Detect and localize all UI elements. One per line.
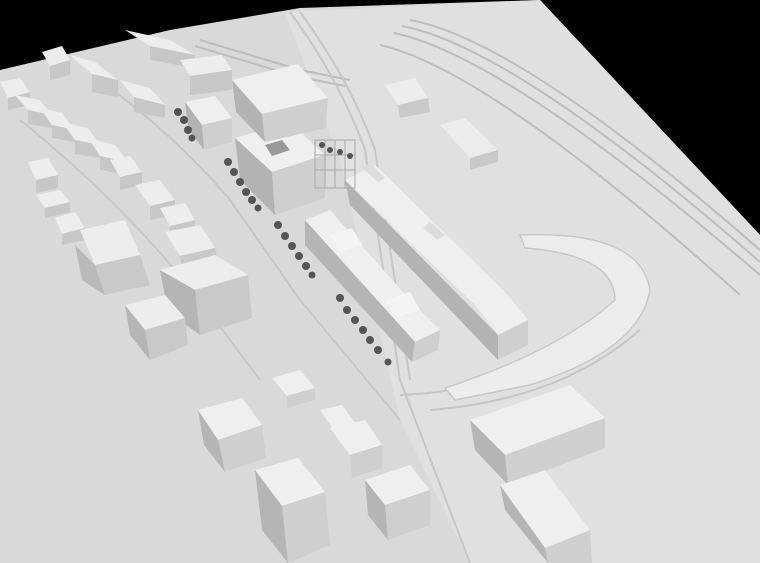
model-scene bbox=[0, 0, 760, 563]
architectural-model-photo bbox=[0, 0, 760, 563]
